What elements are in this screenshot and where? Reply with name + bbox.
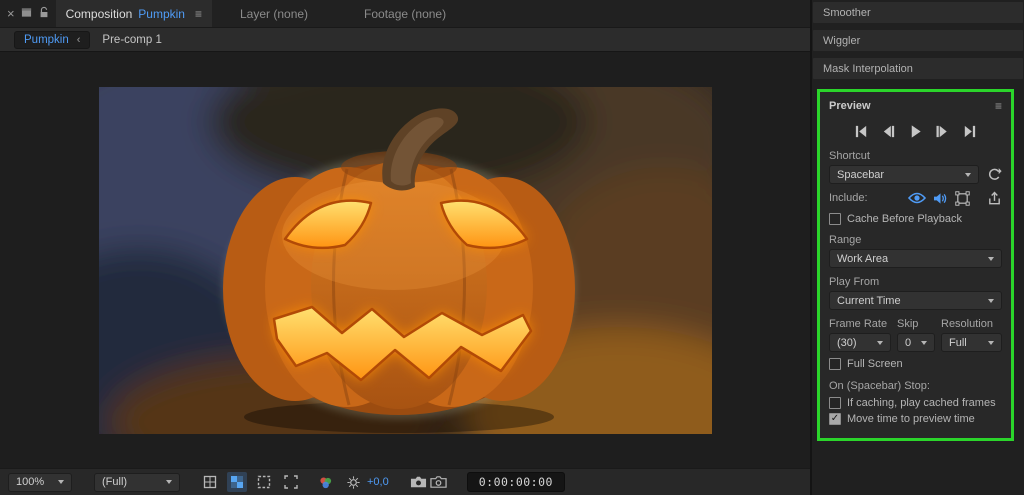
shortcut-dropdown[interactable]: Spacebar — [829, 165, 979, 184]
panel-header-wiggler[interactable]: Wiggler — [813, 30, 1023, 51]
composition-navigator: Pumpkin ‹ Pre-comp 1 — [0, 28, 810, 52]
preview-panel-title: Preview — [829, 100, 871, 112]
range-label: Range — [829, 234, 1002, 246]
frame-rate-dropdown[interactable]: (30) — [829, 333, 891, 352]
previous-frame-button[interactable] — [881, 124, 896, 139]
render-export-icon[interactable] — [987, 191, 1002, 206]
first-frame-button[interactable] — [854, 124, 869, 139]
chevron-down-icon — [166, 480, 172, 484]
preview-panel-highlight: Preview ≡ — [817, 89, 1014, 441]
pumpkin-composition-image — [99, 87, 712, 434]
checkbox-box — [829, 358, 841, 370]
lock-icon[interactable] — [38, 5, 50, 23]
panel-menu-icon[interactable]: ≡ — [195, 7, 202, 21]
chevron-down-icon — [988, 299, 994, 303]
full-screen-checkbox[interactable]: Full Screen — [829, 358, 1002, 370]
play-from-label: Play From — [829, 276, 1002, 288]
include-overlays-icon[interactable] — [955, 191, 970, 206]
move-time-checkbox[interactable]: Move time to preview time — [829, 413, 1002, 425]
current-time-field[interactable]: 0:00:00:00 — [467, 472, 565, 492]
panel-header-smoother[interactable]: Smoother — [813, 2, 1023, 23]
chevron-down-icon — [877, 341, 883, 345]
composition-name: Pumpkin — [138, 7, 185, 21]
panel-header-mask-interpolation[interactable]: Mask Interpolation — [813, 58, 1023, 79]
tab-layer[interactable]: Layer (none) — [212, 0, 336, 27]
tab-composition[interactable]: Composition Pumpkin ≡ — [56, 0, 212, 27]
skip-label: Skip — [897, 318, 935, 330]
chevron-down-icon — [988, 341, 994, 345]
chevron-down-icon — [965, 173, 971, 177]
frame-rate-label: Frame Rate — [829, 318, 891, 330]
exposure-reset-icon[interactable] — [343, 472, 363, 492]
after-effects-window: × Composition Pumpkin ≡ Layer (none) Foo… — [0, 0, 1024, 495]
checkbox-box — [829, 213, 841, 225]
exposure-value[interactable]: +0,0 — [367, 476, 389, 488]
panel-tab-bar: × Composition Pumpkin ≡ Layer (none) Foo… — [0, 0, 810, 28]
preview-resolution-dropdown[interactable]: Full — [941, 333, 1002, 352]
chevron-down-icon — [988, 257, 994, 261]
tab-composition-label: Composition — [66, 7, 133, 21]
playback-transport — [829, 118, 1002, 144]
breadcrumb-parent-comp[interactable]: Pre-comp 1 — [102, 34, 161, 46]
checkbox-box — [829, 397, 841, 409]
reset-icon[interactable] — [987, 167, 1002, 182]
snapshot-icon[interactable] — [409, 472, 429, 492]
next-frame-button[interactable] — [935, 124, 950, 139]
chevron-down-icon — [921, 341, 927, 345]
include-audio-speaker-icon[interactable] — [933, 192, 948, 205]
close-panel-icon[interactable]: × — [7, 7, 15, 20]
if-caching-checkbox[interactable]: If caching, play cached frames — [829, 397, 1002, 409]
include-video-eye-icon[interactable] — [908, 192, 926, 204]
panel-group-icons: × — [0, 0, 56, 27]
panel-stack: Smoother Wiggler Mask Interpolation Prev… — [812, 0, 1024, 495]
chevron-down-icon — [58, 480, 64, 484]
region-of-interest-icon[interactable] — [281, 472, 301, 492]
show-snapshot-icon[interactable] — [429, 472, 449, 492]
grid-guides-icon[interactable] — [200, 472, 220, 492]
skip-dropdown[interactable]: 0 — [897, 333, 935, 352]
resolution-label: Resolution — [941, 318, 1002, 330]
color-management-icon[interactable] — [315, 472, 335, 492]
resolution-dropdown[interactable]: (Full) — [94, 473, 180, 492]
preview-panel: Preview ≡ — [820, 92, 1011, 425]
breadcrumb-current-label: Pumpkin — [24, 34, 69, 46]
play-button[interactable] — [908, 124, 923, 139]
cache-before-playback-checkbox[interactable]: Cache Before Playback — [829, 213, 1002, 225]
transparency-grid-icon[interactable] — [227, 472, 247, 492]
on-stop-label: On (Spacebar) Stop: — [829, 380, 1002, 392]
checkbox-box — [829, 413, 841, 425]
magnification-dropdown[interactable]: 100% — [8, 473, 72, 492]
breadcrumb-current-comp[interactable]: Pumpkin ‹ — [14, 31, 90, 49]
mask-visibility-icon[interactable] — [254, 472, 274, 492]
range-dropdown[interactable]: Work Area — [829, 249, 1002, 268]
include-label: Include: — [829, 192, 868, 204]
tab-footage[interactable]: Footage (none) — [336, 0, 474, 27]
shortcut-label: Shortcut — [829, 150, 1002, 162]
viewer-toggles — [200, 472, 301, 492]
viewer-bottom-toolbar: 100% (Full) — [0, 468, 810, 495]
composition-viewport[interactable] — [0, 52, 810, 468]
panel-frame-icon — [21, 5, 32, 23]
composition-panel: × Composition Pumpkin ≡ Layer (none) Foo… — [0, 0, 812, 495]
preview-panel-menu-icon[interactable]: ≡ — [995, 99, 1002, 113]
chevron-left-icon: ‹ — [77, 34, 81, 46]
last-frame-button[interactable] — [962, 124, 977, 139]
play-from-dropdown[interactable]: Current Time — [829, 291, 1002, 310]
